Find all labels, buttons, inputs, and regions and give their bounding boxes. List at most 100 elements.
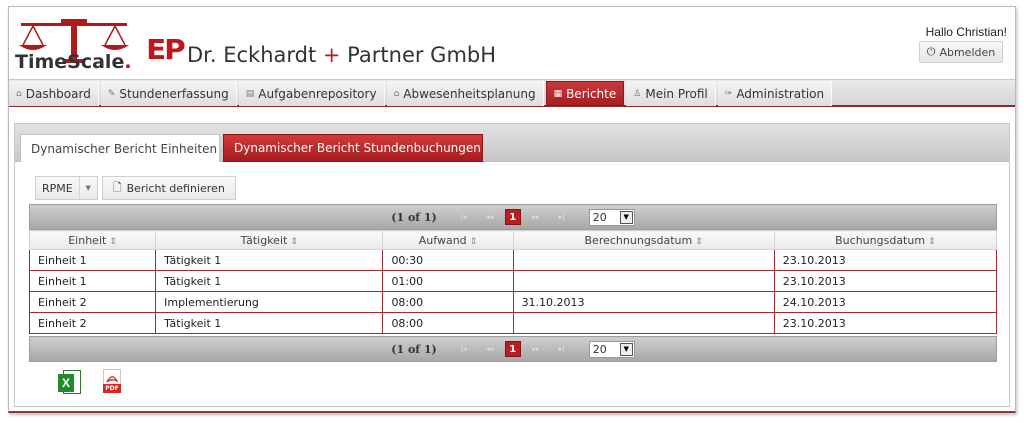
rows-per-page-select[interactable]: 20 ▼ bbox=[588, 340, 635, 358]
nav-item-label: Administration bbox=[736, 86, 825, 101]
page-count: (1 of 1) bbox=[391, 210, 437, 224]
sort-icon[interactable]: ⇕ bbox=[290, 237, 298, 247]
nav-item-label: Aufgabenrepository bbox=[258, 86, 377, 101]
table-row[interactable]: Einheit 1 Tätigkeit 1 00:30 23.10.2013 bbox=[28, 249, 998, 271]
paginator-bottom: (1 of 1) |◂ ◂◂ 1 ▸▸ ▸| 20 ▼ bbox=[29, 336, 997, 362]
nav-item-label: Stundenerfassung bbox=[119, 86, 229, 101]
page-count: (1 of 1) bbox=[391, 342, 437, 356]
sort-icon[interactable]: ⇕ bbox=[109, 237, 117, 247]
tab-stundenbuchungen[interactable]: Dynamischer Bericht Stundenbuchungen bbox=[223, 134, 483, 162]
table-cell bbox=[512, 312, 775, 334]
table-cell: 23.10.2013 bbox=[773, 270, 998, 292]
column-header-label: Aufwand bbox=[418, 233, 467, 247]
nav-item-aufgabenrepository[interactable]: ▤ Aufgabenrepository bbox=[238, 81, 385, 106]
nav-item-administration[interactable]: ✑ Administration bbox=[717, 81, 833, 106]
table-row[interactable]: Einheit 2 Implementierung 08:00 31.10.2013 2… bbox=[28, 291, 998, 313]
nav-item-label: Mein Profil bbox=[645, 86, 708, 101]
column-header[interactable]: Buchungsdatum ⇕ bbox=[773, 230, 998, 250]
table-cell: 31.10.2013 bbox=[512, 291, 775, 313]
chevron-down-icon[interactable]: ▼ bbox=[619, 342, 633, 356]
grid-icon: ▦ bbox=[553, 88, 563, 99]
column-header-label: Berechnungsdatum bbox=[584, 233, 693, 247]
column-header-label: Einheit bbox=[68, 233, 107, 247]
first-page-icon[interactable]: |◂ bbox=[453, 209, 475, 225]
report-select[interactable]: RPME ▼ bbox=[35, 176, 98, 200]
last-page-icon[interactable]: ▸| bbox=[551, 209, 573, 225]
sort-icon[interactable]: ⇕ bbox=[928, 237, 936, 247]
prev-page-icon[interactable]: ◂◂ bbox=[479, 341, 501, 357]
main-nav: ⌂ Dashboard ✎ Stundenerfassung ▤ Aufgabenrepo… bbox=[9, 79, 1015, 107]
last-page-icon[interactable]: ▸| bbox=[551, 341, 573, 357]
wrench-icon: ✑ bbox=[724, 88, 733, 99]
pdf-icon[interactable]: PDF bbox=[101, 368, 123, 396]
app-window: TimeScale. EP Dr. Eckhardt + Partner Gmb… bbox=[8, 6, 1016, 413]
ep-logo: EP bbox=[146, 33, 186, 66]
paginator-top: (1 of 1) |◂ ◂◂ 1 ▸▸ ▸| 20 ▼ bbox=[29, 204, 997, 230]
column-header[interactable]: Einheit ⇕ bbox=[28, 230, 157, 250]
table-cell bbox=[512, 270, 775, 292]
define-report-button[interactable]: 🗋 Bericht definieren bbox=[101, 176, 236, 200]
table-cell: Einheit 1 bbox=[28, 270, 157, 292]
header-logo-area: TimeScale. EP Dr. Eckhardt + Partner Gmb… bbox=[11, 9, 611, 77]
sort-icon[interactable]: ⇕ bbox=[695, 237, 703, 247]
chevron-down-icon[interactable]: ▼ bbox=[619, 210, 633, 224]
table-cell bbox=[512, 249, 775, 271]
logout-button[interactable]: ⏻ Abmelden bbox=[919, 41, 1003, 63]
report-tabbar: Dynamischer Bericht Einheiten Dynamische… bbox=[15, 124, 1009, 162]
table-cell: Einheit 2 bbox=[28, 291, 157, 313]
report-panel: Dynamischer Bericht Einheiten Dynamische… bbox=[14, 123, 1010, 407]
nav-item-label: Abwesenheitsplanung bbox=[403, 86, 536, 101]
chevron-down-icon[interactable]: ▼ bbox=[78, 177, 97, 199]
nav-item-label: Dashboard bbox=[25, 86, 91, 101]
define-report-label: Bericht definieren bbox=[126, 181, 225, 195]
first-page-icon[interactable]: |◂ bbox=[453, 341, 475, 357]
table-cell: Einheit 1 bbox=[28, 249, 157, 271]
table-cell: Einheit 2 bbox=[28, 312, 157, 334]
table-cell: 24.10.2013 bbox=[773, 291, 998, 313]
report-select-value: RPME bbox=[42, 181, 73, 195]
folder-icon: ▤ bbox=[245, 88, 255, 99]
nav-item-dashboard[interactable]: ⌂ Dashboard bbox=[9, 81, 99, 106]
rows-per-page-value: 20 bbox=[592, 210, 607, 224]
page-button-current[interactable]: 1 bbox=[504, 209, 521, 225]
nav-item-stundenerfassung[interactable]: ✎ Stundenerfassung bbox=[100, 81, 237, 106]
excel-icon[interactable]: X bbox=[57, 368, 83, 396]
rows-per-page-select[interactable]: 20 ▼ bbox=[588, 208, 635, 226]
table-cell: 00:30 bbox=[382, 249, 514, 271]
table-cell: 23.10.2013 bbox=[773, 312, 998, 334]
column-header-label: Tätigkeit bbox=[240, 233, 288, 247]
table-cell: 23.10.2013 bbox=[773, 249, 998, 271]
nav-item-abwesenheitsplanung[interactable]: ⌂ Abwesenheitsplanung bbox=[386, 81, 544, 106]
table-header-row: Einheit ⇕ Tätigkeit ⇕ Aufwand ⇕ Berechnungsdat… bbox=[28, 230, 998, 250]
table-row[interactable]: Einheit 2 Tätigkeit 1 08:00 23.10.2013 bbox=[28, 312, 998, 334]
table-cell: 08:00 bbox=[382, 291, 514, 313]
column-header[interactable]: Aufwand ⇕ bbox=[382, 230, 514, 250]
person-icon: ♙ bbox=[633, 88, 642, 99]
report-toolbar: RPME ▼ 🗋 Bericht definieren bbox=[35, 176, 236, 200]
company-name: Dr. Eckhardt + Partner GmbH bbox=[187, 43, 497, 67]
pdf-band-label: PDF bbox=[103, 384, 121, 393]
table-cell: 08:00 bbox=[382, 312, 514, 334]
tab-einheiten[interactable]: Dynamischer Bericht Einheiten bbox=[20, 134, 220, 162]
pencil-icon: ✎ bbox=[107, 88, 116, 99]
next-page-icon[interactable]: ▸▸ bbox=[525, 341, 547, 357]
brand-name: TimeScale. bbox=[15, 51, 132, 73]
home-icon: ⌂ bbox=[16, 88, 22, 99]
nav-item-mein-profil[interactable]: ♙ Mein Profil bbox=[626, 81, 716, 106]
export-actions: X PDF bbox=[57, 368, 123, 396]
table-cell: 01:00 bbox=[382, 270, 514, 292]
table-cell: Tätigkeit 1 bbox=[155, 249, 384, 271]
sort-icon[interactable]: ⇕ bbox=[470, 237, 478, 247]
prev-page-icon[interactable]: ◂◂ bbox=[479, 209, 501, 225]
nav-item-label: Berichte bbox=[566, 86, 617, 101]
page-button-current[interactable]: 1 bbox=[504, 341, 521, 357]
column-header[interactable]: Berechnungsdatum ⇕ bbox=[512, 230, 775, 250]
table-cell: Tätigkeit 1 bbox=[155, 312, 384, 334]
column-header[interactable]: Tätigkeit ⇕ bbox=[155, 230, 384, 250]
rows-per-page-value: 20 bbox=[592, 342, 607, 356]
table-cell: Implementierung bbox=[155, 291, 384, 313]
table-row[interactable]: Einheit 1 Tätigkeit 1 01:00 23.10.2013 bbox=[28, 270, 998, 292]
bookings-table: Einheit ⇕ Tätigkeit ⇕ Aufwand ⇕ Berechnungsdat… bbox=[28, 230, 998, 334]
nav-item-berichte[interactable]: ▦ Berichte bbox=[545, 81, 625, 106]
next-page-icon[interactable]: ▸▸ bbox=[525, 209, 547, 225]
